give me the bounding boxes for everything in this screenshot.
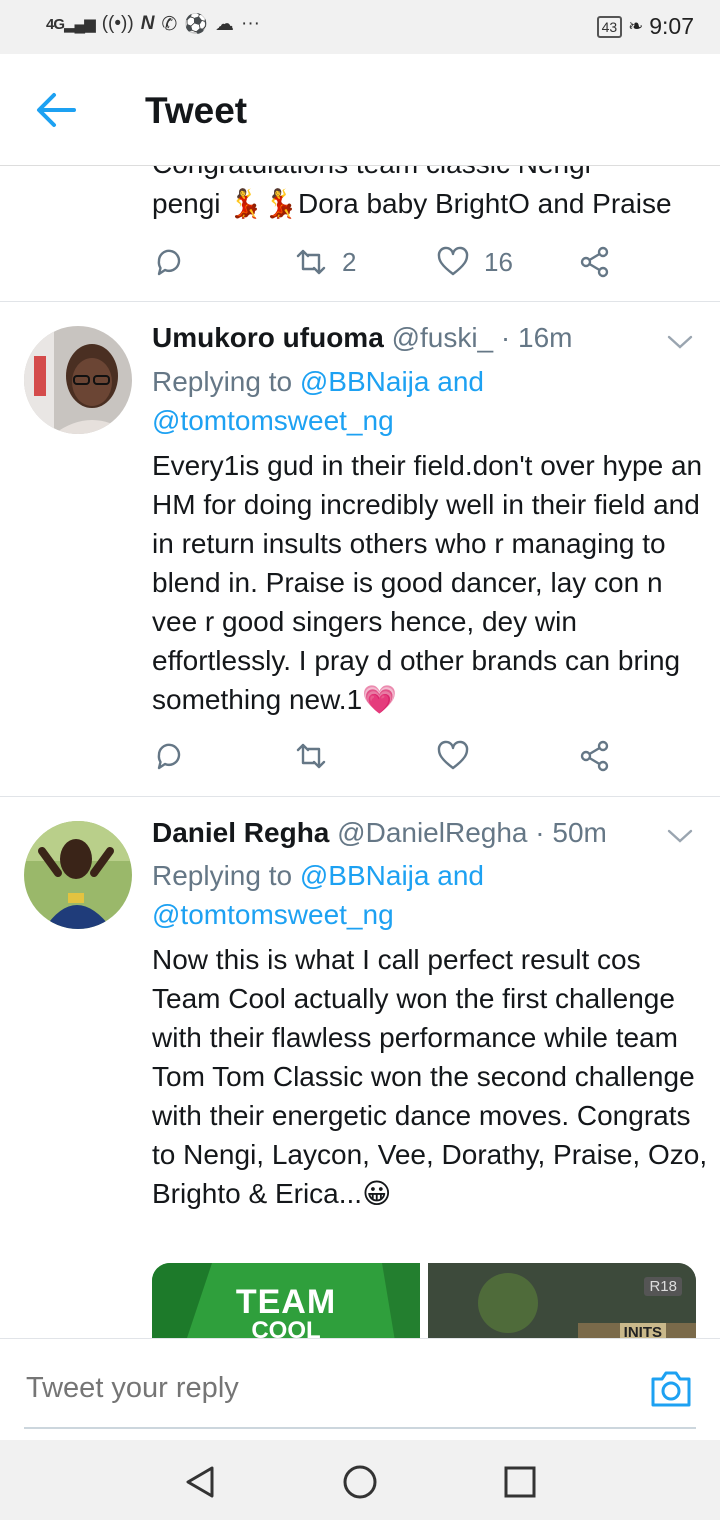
whatsapp-icon: ✆ [161, 13, 178, 35]
chevron-down-icon[interactable] [666, 826, 694, 846]
like-button[interactable]: 16 [436, 242, 513, 282]
mention-link[interactable]: @BBNaija [300, 366, 430, 397]
mention-link[interactable]: @BBNaija [300, 860, 430, 891]
share-button[interactable] [578, 736, 612, 776]
avatar[interactable] [24, 326, 132, 434]
recents-square-icon[interactable] [500, 1462, 540, 1502]
back-arrow-icon[interactable] [34, 90, 78, 130]
more-notifications-icon: ··· [241, 13, 260, 34]
like-button[interactable] [436, 736, 470, 776]
display-name[interactable]: Daniel Regha [152, 817, 329, 848]
heart-icon [437, 740, 469, 770]
status-bar: 4G▂▄▆ ((•)) N ✆ ⚽ ☁ ··· 43 ❧ 9:07 [0, 0, 720, 54]
share-icon [580, 246, 609, 278]
tweet-text: Now this is what I call perfect result c… [152, 944, 708, 1209]
like-count: 16 [484, 246, 513, 277]
reply-icon [157, 249, 181, 276]
tweet-time: · 50m [535, 817, 607, 848]
tweet-feed[interactable]: Congratulations team classic Nengi pengi… [0, 166, 720, 1338]
heart-icon [437, 246, 469, 276]
user-handle[interactable]: @DanielRegha [337, 817, 527, 848]
back-triangle-icon[interactable] [180, 1462, 220, 1502]
clock: 9:07 [649, 13, 694, 39]
user-handle[interactable]: @fuski_ [392, 322, 494, 353]
tweet-time: · 16m [500, 322, 573, 353]
football-icon: ⚽ [184, 14, 209, 35]
media-image-1[interactable]: TEAM COOL [152, 1263, 420, 1338]
retweet-icon [296, 743, 326, 769]
share-icon [580, 740, 609, 772]
replying-to: Replying to @BBNaija and @tomtomsweet_ng [152, 366, 484, 436]
battery-saver-icon: ❧ [628, 16, 644, 36]
tweet-header: Daniel Regha @DanielRegha · 50m [152, 815, 607, 851]
camera-icon[interactable] [648, 1367, 694, 1411]
reply-icon [157, 743, 181, 770]
status-icons-left: 4G▂▄▆ ((•)) N ✆ ⚽ ☁ ··· [46, 12, 260, 36]
tweet-divider [0, 796, 720, 797]
retweet-icon [296, 249, 326, 275]
system-nav-bar [0, 1440, 720, 1520]
share-button[interactable] [578, 242, 612, 282]
tweet-text: Every1is gud in their field.don't over h… [152, 450, 703, 715]
page-title: Tweet [145, 90, 248, 131]
partial-tweet-text: Congratulations team classic Nengi pengi… [152, 166, 672, 219]
reply-button[interactable] [152, 242, 186, 282]
reply-bar [0, 1338, 720, 1441]
reply-input[interactable] [24, 1371, 608, 1406]
reply-underline [24, 1427, 696, 1429]
reply-button[interactable] [152, 736, 186, 776]
tweet-header: Umukoro ufuoma @fuski_ · 16m [152, 320, 573, 356]
media-badge: R18 [644, 1277, 682, 1296]
tweet-media[interactable]: TEAM COOL R18 INITS [152, 1263, 696, 1338]
battery-icon: 43 [596, 15, 623, 38]
tweet-actions [152, 736, 622, 776]
replying-to: Replying to @BBNaija and @tomtomsweet_ng [152, 860, 484, 930]
top-header: Tweet [0, 54, 720, 166]
cloud-icon: ☁ [215, 13, 235, 35]
mention-link[interactable]: @tomtomsweet_ng [152, 899, 394, 930]
partial-tweet-actions: 2 16 [152, 242, 622, 282]
hotspot-icon: ((•)) [101, 13, 134, 34]
notification-n-icon: N [140, 13, 155, 34]
home-circle-icon[interactable] [340, 1462, 380, 1502]
tweet-divider [0, 301, 720, 302]
retweet-count: 2 [342, 246, 357, 277]
avatar[interactable] [24, 821, 132, 929]
signal-icon: 4G▂▄▆ [46, 16, 96, 33]
retweet-button[interactable]: 2 [294, 242, 356, 282]
media-text-cool: COOL [251, 1317, 321, 1338]
chevron-down-icon[interactable] [666, 332, 694, 352]
display-name[interactable]: Umukoro ufuoma [152, 322, 384, 353]
media-caption: INITS [619, 1323, 666, 1338]
media-image-2[interactable]: R18 INITS [428, 1263, 696, 1338]
retweet-button[interactable] [294, 736, 328, 776]
status-icons-right: 43 ❧ 9:07 [596, 13, 694, 40]
mention-link[interactable]: @tomtomsweet_ng [152, 405, 394, 436]
